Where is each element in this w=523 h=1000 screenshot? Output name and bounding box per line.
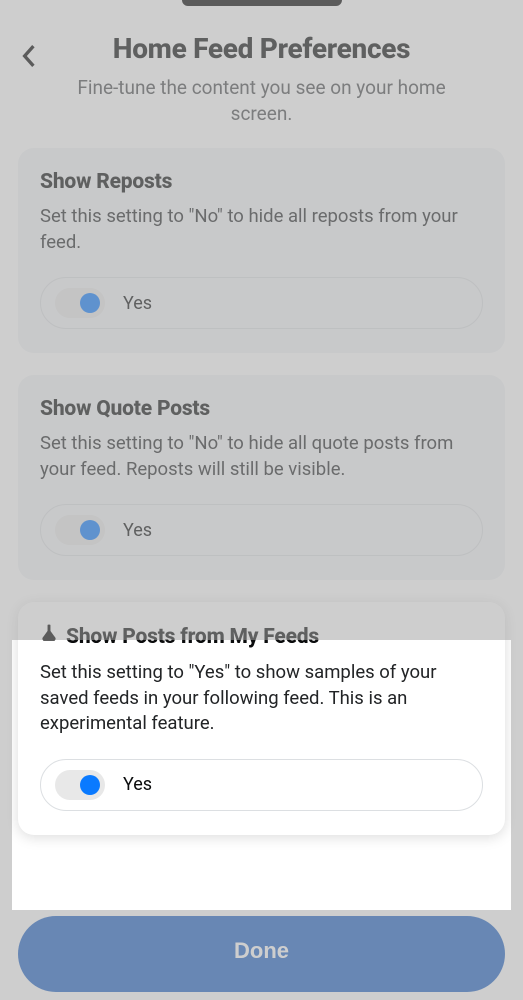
settings-card-show-quote-posts: Show Quote Posts Set this setting to "No… <box>18 375 505 580</box>
card-title: Show Posts from My Feeds <box>40 624 483 650</box>
toggle-knob <box>80 520 100 540</box>
toggle-row[interactable]: Yes <box>40 277 483 329</box>
toggle-switch[interactable] <box>55 770 105 800</box>
settings-card-show-posts-from-my-feeds: Show Posts from My Feeds Set this settin… <box>18 602 505 835</box>
flask-icon <box>40 624 58 650</box>
toggle-switch[interactable] <box>55 288 105 318</box>
toggle-row[interactable]: Yes <box>40 759 483 811</box>
toggle-label: Yes <box>123 293 152 314</box>
toggle-switch[interactable] <box>55 515 105 545</box>
toggle-knob <box>80 293 100 313</box>
page-subtitle: Fine-tune the content you see on your ho… <box>50 75 473 126</box>
toggle-label: Yes <box>123 774 152 795</box>
card-description: Set this setting to "No" to hide all quo… <box>40 431 483 482</box>
card-description: Set this setting to "Yes" to show sample… <box>40 660 483 737</box>
card-title: Show Quote Posts <box>40 397 483 421</box>
settings-card-show-reposts: Show Reposts Set this setting to "No" to… <box>18 148 505 353</box>
card-title: Show Reposts <box>40 170 483 194</box>
card-title-text: Show Posts from My Feeds <box>66 625 319 649</box>
chevron-left-icon <box>21 45 37 70</box>
page-title: Home Feed Preferences <box>20 32 503 65</box>
card-description: Set this setting to "No" to hide all rep… <box>40 204 483 255</box>
coachmark-overlay-left <box>0 640 12 910</box>
toggle-label: Yes <box>123 520 152 541</box>
toggle-row[interactable]: Yes <box>40 504 483 556</box>
done-button[interactable]: Done <box>18 916 505 992</box>
toggle-knob <box>80 775 100 795</box>
footer: Done <box>0 898 523 1000</box>
coachmark-overlay-right <box>511 640 523 910</box>
back-button[interactable] <box>14 42 44 72</box>
page-header: Home Feed Preferences Fine-tune the cont… <box>0 6 523 126</box>
